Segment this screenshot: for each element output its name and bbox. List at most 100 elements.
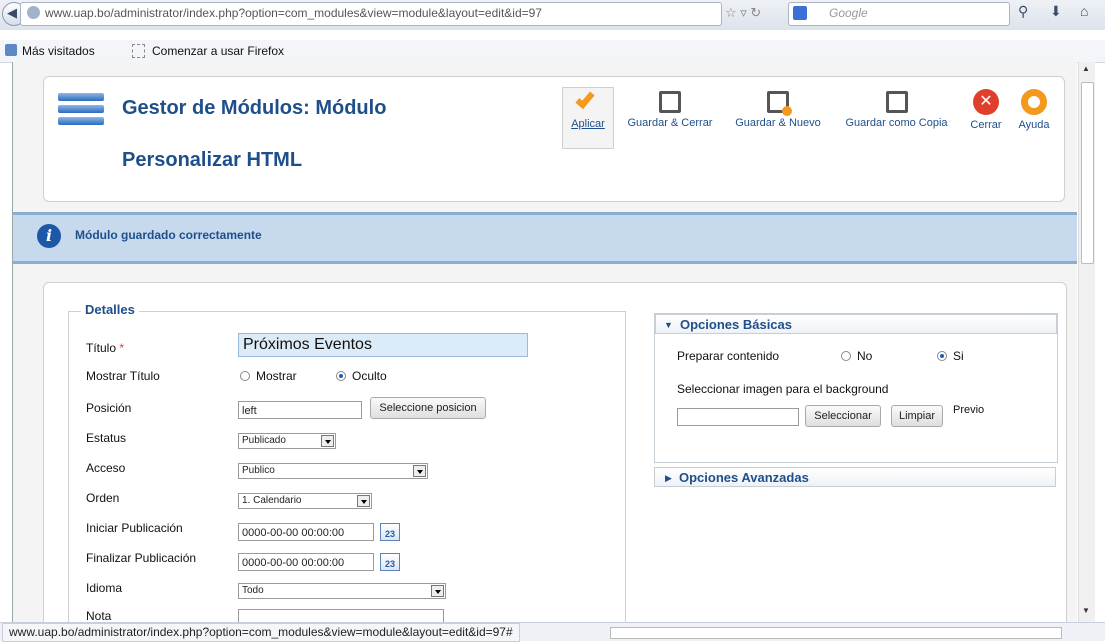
bookmark-star-icon[interactable]: ☆ ▿ ↻ [725, 5, 761, 21]
title-label: Título * [86, 341, 125, 355]
url-input[interactable]: www.uap.bo/administrator/index.php?optio… [20, 2, 722, 26]
help-button[interactable]: Ayuda [1012, 89, 1056, 131]
start-publishing-input[interactable]: 0000-00-00 00:00:00 [238, 523, 374, 541]
select-position-button[interactable]: Seleccione posicion [370, 397, 486, 419]
help-label: Ayuda [1018, 119, 1050, 131]
bookmarks-bar: Más visitados Comenzar a usar Firefox [0, 40, 1105, 63]
search-icon[interactable]: ⚲ [1018, 3, 1028, 20]
chevron-down-icon [431, 585, 444, 597]
save-new-icon [767, 91, 792, 116]
show-title-label: Mostrar Título [86, 369, 160, 383]
access-value: Publico [242, 465, 275, 476]
success-message: Módulo guardado correctamente [75, 228, 262, 242]
home-icon[interactable]: ⌂ [1080, 3, 1088, 19]
bookmark-getting-started[interactable]: Comenzar a usar Firefox [152, 44, 284, 58]
position-label: Posición [86, 401, 132, 415]
close-icon: ✕ [973, 89, 999, 115]
status-select[interactable]: Publicado [238, 433, 336, 449]
order-select[interactable]: 1. Calendario [238, 493, 372, 509]
end-publishing-label: Finalizar Publicación [86, 551, 197, 565]
apply-button[interactable]: Aplicar [562, 87, 614, 149]
details-legend: Detalles [81, 302, 139, 317]
prepare-radio-si[interactable] [937, 351, 947, 361]
required-asterisk: * [119, 341, 125, 355]
globe-icon [27, 6, 40, 19]
back-arrow-icon: ◀ [7, 5, 17, 20]
note-label: Nota [86, 609, 112, 622]
status-url: www.uap.bo/administrator/index.php?optio… [2, 623, 520, 642]
triangle-down-icon: ▼ [664, 320, 673, 330]
url-text: www.uap.bo/administrator/index.php?optio… [45, 6, 542, 20]
save-close-label: Guardar & Cerrar [627, 117, 713, 129]
page-subtitle: Personalizar HTML [122, 149, 303, 171]
scroll-down-icon[interactable]: ▼ [1082, 606, 1090, 615]
info-icon: i [37, 224, 61, 248]
page-title: Gestor de Módulos: Módulo [122, 97, 387, 119]
order-value: 1. Calendario [242, 495, 302, 506]
triangle-right-icon: ▶ [665, 473, 672, 483]
status-label: Estatus [86, 431, 127, 445]
save-copy-icon [885, 91, 908, 113]
save-new-label: Guardar & Nuevo [735, 117, 821, 129]
basic-options-panel: ▼ Opciones Básicas Preparar contenido No… [654, 313, 1058, 463]
language-value: Todo [242, 585, 264, 596]
close-label: Cerrar [970, 119, 1002, 131]
chevron-down-icon [357, 495, 370, 507]
title-input[interactable]: Próximos Eventos [238, 333, 528, 357]
google-icon [793, 6, 807, 20]
bookmark-most-visited[interactable]: Más visitados [22, 44, 95, 58]
vertical-scrollbar[interactable]: ▲ ▼ [1078, 62, 1095, 622]
save-icon [659, 91, 681, 113]
save-new-button[interactable]: Guardar & Nuevo [728, 91, 828, 129]
calendar-icon[interactable]: 23 [380, 553, 400, 571]
search-input[interactable]: Google [788, 2, 1010, 26]
preview-label: Previo [953, 404, 985, 416]
show-title-radio-hidden[interactable] [336, 371, 346, 381]
position-input[interactable]: left [238, 401, 362, 419]
show-title-option-hidden: Oculto [352, 369, 387, 383]
prepare-option-si: Si [953, 349, 964, 363]
basic-options-header[interactable]: ▼ Opciones Básicas [655, 314, 1057, 334]
browser-toolbar: ◀ www.uap.bo/administrator/index.php?opt… [0, 0, 1105, 30]
status-bar: www.uap.bo/administrator/index.php?optio… [0, 622, 1105, 642]
scrollbar-thumb[interactable] [1081, 82, 1094, 264]
bg-image-label: Seleccionar imagen para el background [677, 382, 889, 396]
advanced-options-heading: Opciones Avanzadas [679, 470, 809, 485]
language-select[interactable]: Todo [238, 583, 446, 599]
apply-label: Aplicar [571, 118, 605, 130]
header-toolbar: Gestor de Módulos: Módulo Personalizar H… [43, 76, 1065, 202]
show-title-radio-show[interactable] [240, 371, 250, 381]
end-publishing-value: 0000-00-00 00:00:00 [242, 557, 345, 569]
save-copy-label: Guardar como Copia [845, 117, 948, 129]
show-title-option-show: Mostrar [256, 369, 297, 383]
select-image-button[interactable]: Seleccionar [805, 405, 881, 427]
advanced-options-header[interactable]: ▶ Opciones Avanzadas [654, 467, 1056, 487]
access-select[interactable]: Publico [238, 463, 428, 479]
note-input[interactable] [238, 609, 444, 622]
close-button[interactable]: ✕ Cerrar [964, 89, 1008, 131]
horizontal-scrollbar[interactable] [610, 627, 1062, 639]
lifebuoy-icon [1021, 89, 1047, 115]
start-publishing-label: Iniciar Publicación [86, 521, 183, 535]
scroll-up-icon[interactable]: ▲ [1082, 64, 1090, 73]
clear-image-button[interactable]: Limpiar [891, 405, 943, 427]
language-label: Idioma [86, 581, 123, 595]
prepare-option-no: No [857, 349, 873, 363]
page-viewport: Gestor de Módulos: Módulo Personalizar H… [12, 62, 1077, 622]
save-close-button[interactable]: Guardar & Cerrar [620, 91, 720, 129]
download-icon[interactable]: ⬇ [1050, 3, 1062, 20]
bookmark-folder-icon [5, 44, 17, 56]
prepare-radio-no[interactable] [841, 351, 851, 361]
module-manager-icon [58, 93, 104, 133]
title-value: Próximos Eventos [243, 336, 372, 353]
save-copy-button[interactable]: Guardar como Copia [839, 91, 954, 129]
chevron-down-icon [321, 435, 334, 447]
basic-options-heading: Opciones Básicas [680, 317, 792, 332]
message-bar: i Módulo guardado correctamente [13, 212, 1077, 264]
calendar-icon[interactable]: 23 [380, 523, 400, 541]
search-engine-label: Google [829, 6, 868, 20]
chevron-down-icon [413, 465, 426, 477]
bg-image-input[interactable] [677, 408, 799, 426]
page-icon [132, 44, 145, 58]
end-publishing-input[interactable]: 0000-00-00 00:00:00 [238, 553, 374, 571]
